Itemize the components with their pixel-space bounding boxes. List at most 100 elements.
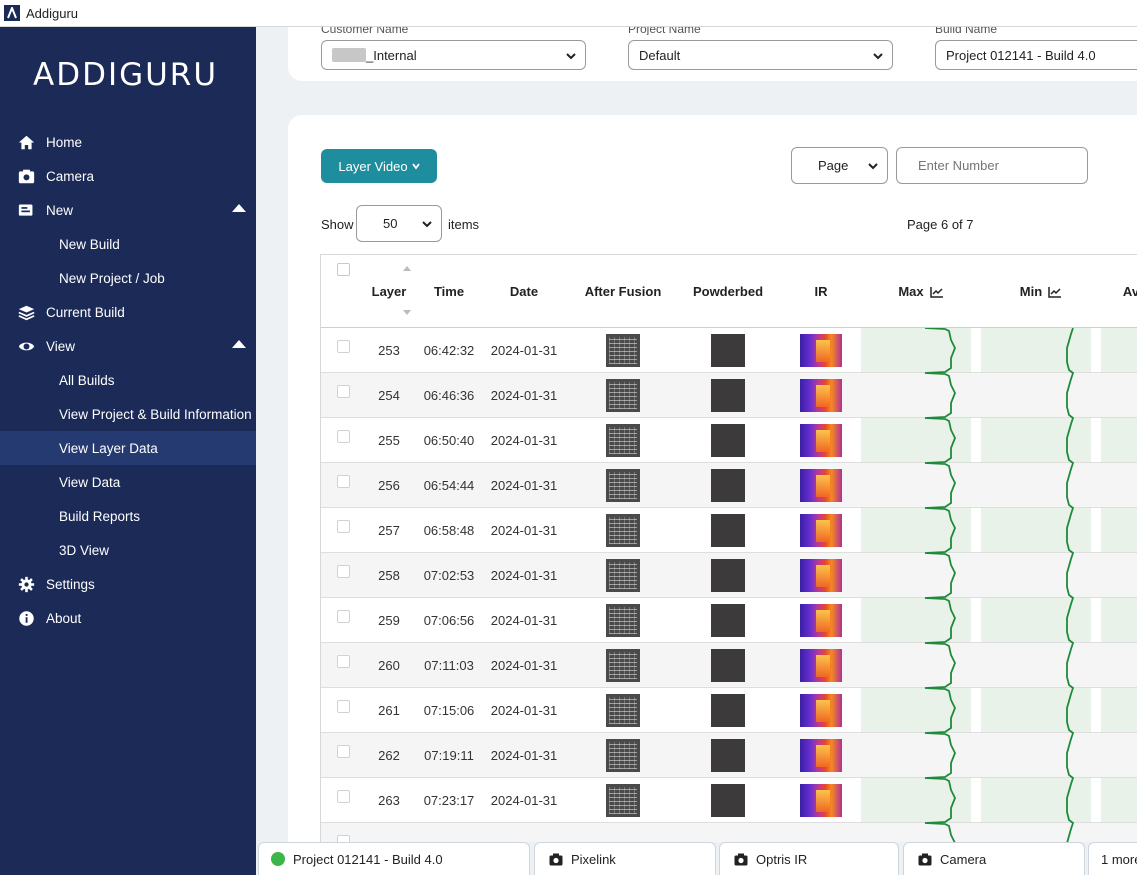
ir-thumbnail[interactable] <box>800 513 842 547</box>
cell-date: 2024-01-31 <box>490 747 558 763</box>
after-fusion-thumbnail[interactable] <box>606 738 640 772</box>
sidebar-item-new-project-job[interactable]: New Project / Job <box>0 261 256 295</box>
powderbed-thumbnail[interactable] <box>711 423 745 457</box>
cell-layer: 257 <box>378 522 400 538</box>
select-all-checkbox[interactable] <box>337 263 350 276</box>
ir-thumbnail[interactable] <box>800 648 842 682</box>
after-fusion-thumbnail[interactable] <box>606 783 640 817</box>
row-checkbox[interactable] <box>337 700 350 713</box>
sidebar-item-about[interactable]: About <box>0 601 256 635</box>
line-chart-icon[interactable] <box>1048 286 1062 298</box>
after-fusion-thumbnail[interactable] <box>606 513 640 547</box>
row-checkbox[interactable] <box>337 565 350 578</box>
cell-date: 2024-01-31 <box>490 657 558 673</box>
after-fusion-thumbnail[interactable] <box>606 648 640 682</box>
ir-thumbnail[interactable] <box>800 783 842 817</box>
sidebar-item-all-builds[interactable]: All Builds <box>0 363 256 397</box>
ir-thumbnail[interactable] <box>800 378 842 412</box>
sidebar-item-view[interactable]: View <box>0 329 256 363</box>
column-header-after-fusion[interactable]: After Fusion <box>576 255 670 328</box>
cell-time: 06:54:44 <box>423 477 475 493</box>
row-checkbox[interactable] <box>337 790 350 803</box>
row-checkbox[interactable] <box>337 520 350 533</box>
powderbed-thumbnail[interactable] <box>711 738 745 772</box>
taskbar-tab-more[interactable]: 1 more <box>1088 842 1137 875</box>
after-fusion-thumbnail[interactable] <box>606 468 640 502</box>
row-checkbox[interactable] <box>337 340 350 353</box>
sidebar-item-view-data[interactable]: View Data <box>0 465 256 499</box>
taskbar-tab-project[interactable]: Project 012141 - Build 4.0 <box>258 842 530 875</box>
after-fusion-thumbnail[interactable] <box>606 603 640 637</box>
row-checkbox[interactable] <box>337 610 350 623</box>
powderbed-thumbnail[interactable] <box>711 693 745 727</box>
sidebar-item-3d-view[interactable]: 3D View <box>0 533 256 567</box>
sidebar-item-new-build[interactable]: New Build <box>0 227 256 261</box>
row-checkbox[interactable] <box>337 430 350 443</box>
column-header-avg[interactable]: Av <box>1111 255 1137 328</box>
sidebar-item-home[interactable]: Home <box>0 125 256 159</box>
ir-thumbnail[interactable] <box>800 423 842 457</box>
cell-time: 07:19:11 <box>424 747 474 763</box>
powderbed-thumbnail[interactable] <box>711 513 745 547</box>
taskbar-tab-pixelink[interactable]: Pixelink <box>534 842 716 875</box>
powderbed-thumbnail[interactable] <box>711 648 745 682</box>
row-checkbox[interactable] <box>337 475 350 488</box>
row-checkbox[interactable] <box>337 745 350 758</box>
sidebar-item-view-layer-data[interactable]: View Layer Data <box>0 431 256 465</box>
collapse-caret-icon[interactable] <box>232 340 246 348</box>
column-header-powderbed[interactable]: Powderbed <box>685 255 771 328</box>
column-header-min[interactable]: Min <box>986 255 1096 328</box>
items-per-page-select[interactable]: 50 <box>356 205 442 242</box>
sidebar-item-camera[interactable]: Camera <box>0 159 256 193</box>
project-select[interactable]: Default <box>628 40 893 70</box>
taskbar-tab-camera[interactable]: Camera <box>903 842 1085 875</box>
powderbed-thumbnail[interactable] <box>711 378 745 412</box>
taskbar-tab-optris-ir[interactable]: Optris IR <box>719 842 899 875</box>
ir-thumbnail[interactable] <box>800 333 842 367</box>
column-header-max[interactable]: Max <box>866 255 976 328</box>
collapse-caret-icon[interactable] <box>232 204 246 212</box>
after-fusion-thumbnail[interactable] <box>606 378 640 412</box>
layer-video-button[interactable]: Layer Video <box>321 149 437 183</box>
sidebar-item-settings[interactable]: Settings <box>0 567 256 601</box>
sidebar-item-current-build[interactable]: Current Build <box>0 295 256 329</box>
cell-layer: 254 <box>378 387 400 403</box>
ir-thumbnail[interactable] <box>800 693 842 727</box>
sidebar-item-view-project-build-info[interactable]: View Project & Build Information <box>0 397 256 431</box>
column-header-ir[interactable]: IR <box>791 255 851 328</box>
column-header-date[interactable]: Date <box>487 255 561 328</box>
line-chart-icon[interactable] <box>929 286 944 298</box>
sidebar-item-new[interactable]: New <box>0 193 256 227</box>
powderbed-thumbnail[interactable] <box>711 603 745 637</box>
ir-thumbnail[interactable] <box>800 738 842 772</box>
powderbed-thumbnail[interactable] <box>711 558 745 592</box>
customer-select[interactable]: _Internal <box>321 40 586 70</box>
column-header-layer[interactable]: Layer <box>367 255 411 328</box>
cell-powderbed <box>685 553 771 597</box>
show-label: Show <box>321 217 354 232</box>
after-fusion-thumbnail[interactable] <box>606 333 640 367</box>
sidebar-item-label: 3D View <box>59 542 110 558</box>
build-select-value: Project 012141 - Build 4.0 <box>946 47 1096 63</box>
row-checkbox[interactable] <box>337 655 350 668</box>
powderbed-thumbnail[interactable] <box>711 783 745 817</box>
cell-date: 2024-01-31 <box>490 612 558 628</box>
after-fusion-thumbnail[interactable] <box>606 423 640 457</box>
ir-thumbnail[interactable] <box>800 468 842 502</box>
column-header-time[interactable]: Time <box>425 255 473 328</box>
row-checkbox[interactable] <box>337 385 350 398</box>
cell-ir <box>791 733 851 777</box>
cell-date: 2024-01-31 <box>490 702 558 718</box>
ir-thumbnail[interactable] <box>800 603 842 637</box>
build-select[interactable]: Project 012141 - Build 4.0 <box>935 40 1137 70</box>
after-fusion-thumbnail[interactable] <box>606 693 640 727</box>
ir-thumbnail[interactable] <box>800 558 842 592</box>
cell-date: 2024-01-31 <box>490 792 558 808</box>
page-number-input[interactable] <box>896 147 1088 184</box>
page-select[interactable]: Page <box>791 147 888 184</box>
sidebar-item-build-reports[interactable]: Build Reports <box>0 499 256 533</box>
sidebar-item-label: New Project / Job <box>59 270 165 286</box>
powderbed-thumbnail[interactable] <box>711 333 745 367</box>
powderbed-thumbnail[interactable] <box>711 468 745 502</box>
after-fusion-thumbnail[interactable] <box>606 558 640 592</box>
